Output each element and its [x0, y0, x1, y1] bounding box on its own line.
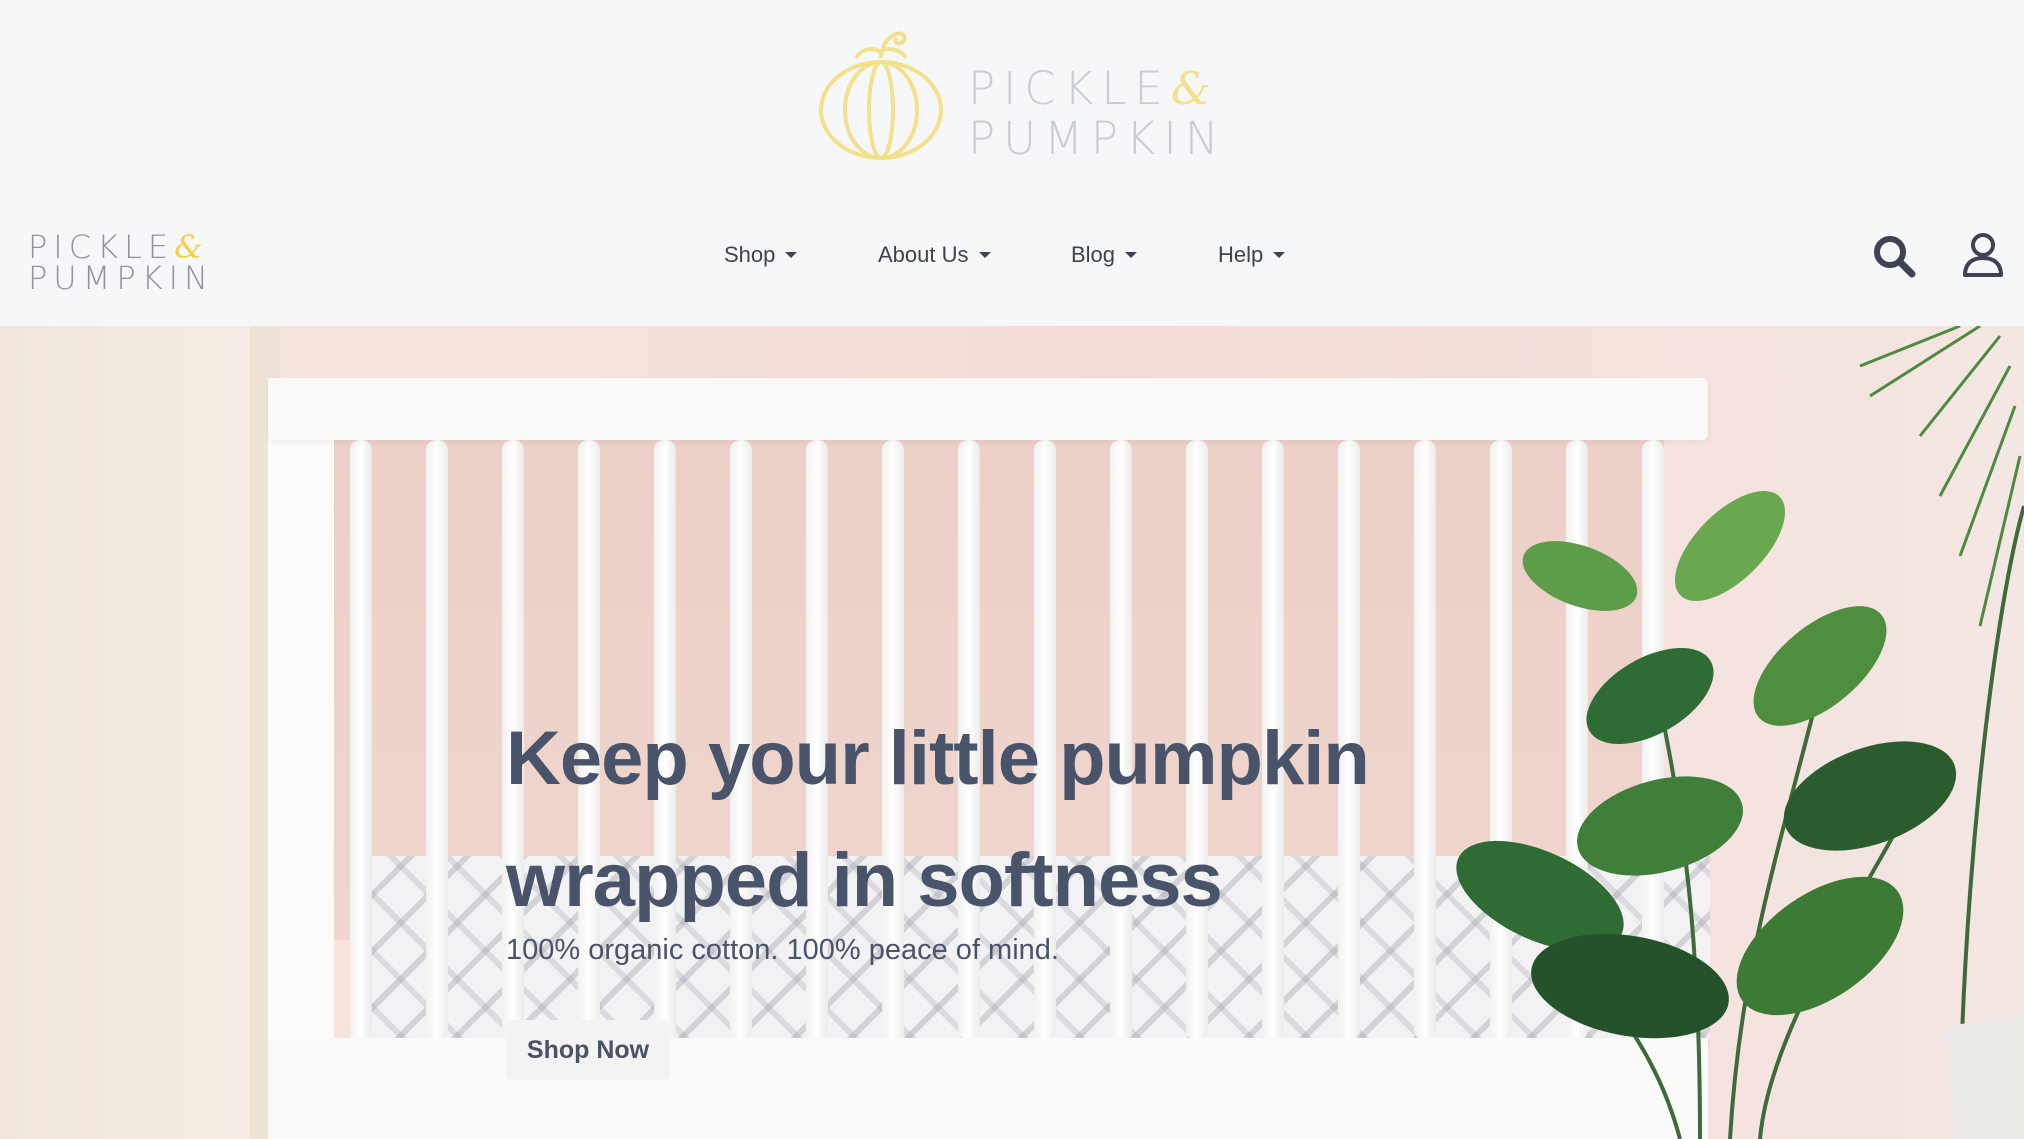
brand-name-line2: PUMPKIN	[968, 112, 1227, 165]
hero-headline-line1: Keep your little pumpkin	[506, 716, 1370, 801]
hero-bg-crib-post	[268, 378, 334, 1139]
hero-headline-line2: wrapped in softness	[506, 838, 1223, 923]
user-icon	[1963, 233, 2003, 277]
caret-down-icon	[1273, 252, 1286, 258]
caret-down-icon	[1125, 252, 1138, 258]
nav-item-shop[interactable]: Shop	[724, 242, 798, 268]
nav-item-label: Shop	[724, 242, 776, 267]
hero-subtitle: 100% organic cotton. 100% peace of mind.	[506, 934, 1059, 966]
caret-down-icon	[978, 252, 991, 258]
crib-slat	[350, 440, 372, 1040]
nav-item-label: About Us	[878, 242, 969, 267]
nav-menu: Shop About Us Blog Help	[0, 242, 2024, 282]
shop-now-button[interactable]: Shop Now	[506, 1020, 670, 1080]
site-header-banner: PICKLE& PUMPKIN	[0, 0, 2024, 186]
plant-illustration	[1456, 326, 2024, 1139]
nav-item-label: Help	[1218, 242, 1264, 267]
brand-logo-large[interactable]: PICKLE& PUMPKIN	[816, 28, 1218, 168]
nav-item-help[interactable]: Help	[1218, 242, 1286, 268]
hero-banner: Keep your little pumpkin wrapped in soft…	[0, 326, 2024, 1139]
nav-item-label: Blog	[1071, 242, 1116, 267]
nav-item-blog[interactable]: Blog	[1071, 242, 1138, 268]
search-icon	[1874, 236, 1916, 278]
search-button[interactable]	[1872, 234, 1916, 283]
hero-bg-wall	[0, 326, 270, 1139]
hero-headline: Keep your little pumpkin wrapped in soft…	[506, 698, 1446, 942]
pumpkin-logo-icon	[819, 31, 943, 160]
brand-ampersand: &	[1170, 62, 1219, 115]
main-navbar: PICKLE& PUMPKIN Shop About Us Blog Help	[0, 186, 2024, 326]
caret-down-icon	[785, 252, 798, 258]
brand-name-line1: PICKLE	[968, 62, 1171, 115]
crib-slat	[426, 440, 448, 1040]
account-button[interactable]	[1962, 232, 2004, 283]
nav-item-about-us[interactable]: About Us	[878, 242, 991, 268]
brand-wordmark: PICKLE& PUMPKIN	[968, 64, 1226, 164]
